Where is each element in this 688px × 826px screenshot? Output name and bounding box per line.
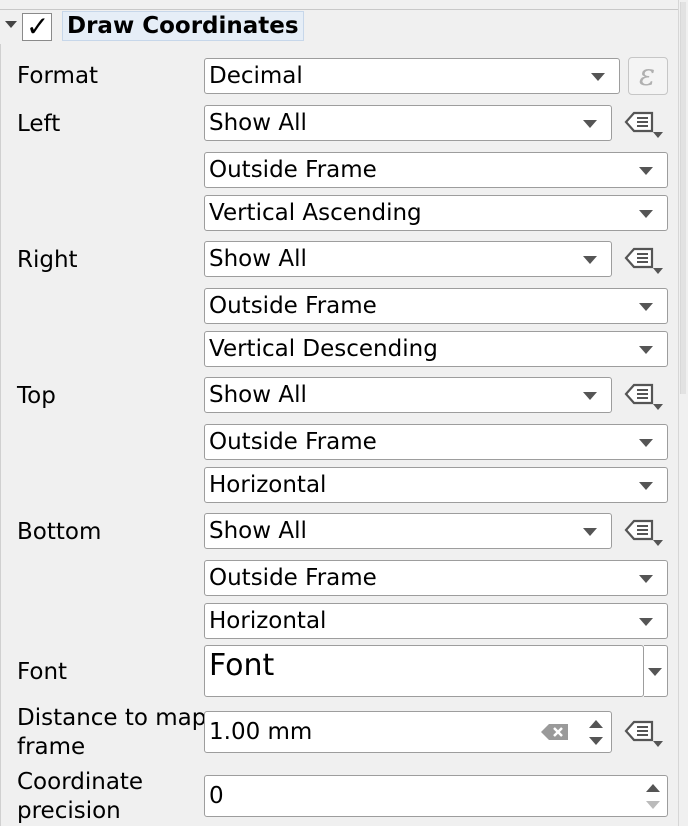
left-data-defined-button[interactable] — [620, 105, 668, 141]
format-label: Format — [17, 63, 99, 89]
chevron-down-icon — [583, 120, 597, 128]
left-display-combo[interactable]: Show All — [204, 105, 612, 141]
top-label: Top — [17, 383, 56, 409]
right-display-value: Show All — [209, 246, 307, 272]
draw-coordinates-group-header: ✓ Draw Coordinates — [0, 10, 678, 44]
left-display-value: Show All — [209, 110, 307, 136]
scrollbar-divider — [678, 0, 679, 826]
distance-spinbox[interactable]: 1.00 mm — [204, 711, 612, 753]
bottom-position-value: Outside Frame — [209, 565, 377, 591]
bottom-position-combo[interactable]: Outside Frame — [204, 560, 668, 596]
expression-button[interactable]: ε — [628, 57, 668, 95]
chevron-down-icon — [639, 346, 653, 354]
chevron-down-icon — [639, 167, 653, 175]
right-position-value: Outside Frame — [209, 293, 377, 319]
bottom-label: Bottom — [17, 519, 102, 545]
left-label: Left — [17, 111, 61, 137]
data-defined-override-icon — [624, 720, 663, 747]
vertical-scrollbar[interactable] — [678, 0, 688, 826]
right-position-combo[interactable]: Outside Frame — [204, 288, 668, 324]
chevron-down-icon — [639, 618, 653, 626]
data-defined-override-icon — [624, 519, 663, 546]
precision-spinbox[interactable]: 0 — [204, 775, 668, 817]
chevron-down-icon — [639, 575, 653, 583]
chevron-down-icon — [583, 256, 597, 264]
top-position-value: Outside Frame — [209, 429, 377, 455]
top-display-value: Show All — [209, 382, 307, 408]
left-direction-value: Vertical Ascending — [209, 200, 422, 226]
chevron-down-icon — [639, 439, 653, 447]
data-defined-override-icon — [624, 383, 663, 410]
bottom-direction-value: Horizontal — [209, 608, 327, 634]
format-value: Decimal — [209, 63, 303, 89]
font-menu-button[interactable] — [644, 645, 668, 697]
distance-label-line2: frame — [17, 734, 86, 760]
top-display-combo[interactable]: Show All — [204, 377, 612, 413]
increment-icon[interactable] — [646, 784, 660, 792]
group-title[interactable]: Draw Coordinates — [62, 11, 304, 41]
bottom-direction-combo[interactable]: Horizontal — [204, 603, 668, 639]
format-combo[interactable]: Decimal — [204, 58, 620, 94]
chevron-down-icon — [591, 73, 605, 81]
bottom-data-defined-button[interactable] — [620, 513, 668, 549]
chevron-down-icon — [639, 303, 653, 311]
right-display-combo[interactable]: Show All — [204, 241, 612, 277]
chevron-down-icon — [583, 392, 597, 400]
checkmark-icon: ✓ — [26, 10, 50, 43]
chevron-down-icon — [648, 668, 662, 676]
top-position-combo[interactable]: Outside Frame — [204, 424, 668, 460]
font-button[interactable]: Font — [204, 645, 644, 697]
draw-coordinates-checkbox[interactable]: ✓ — [22, 10, 52, 43]
data-defined-override-icon — [624, 111, 663, 138]
right-data-defined-button[interactable] — [620, 241, 668, 277]
epsilon-icon: ε — [639, 58, 656, 93]
bottom-display-combo[interactable]: Show All — [204, 513, 612, 549]
decrement-icon[interactable] — [589, 737, 603, 745]
right-direction-combo[interactable]: Vertical Descending — [204, 331, 668, 367]
chevron-down-icon — [583, 528, 597, 536]
font-label: Font — [17, 659, 68, 685]
bottom-display-value: Show All — [209, 518, 307, 544]
top-data-defined-button[interactable] — [620, 377, 668, 413]
right-label: Right — [17, 247, 78, 273]
chevron-down-icon — [639, 210, 653, 218]
top-direction-value: Horizontal — [209, 472, 327, 498]
distance-value: 1.00 mm — [209, 719, 313, 745]
distance-data-defined-button[interactable] — [620, 714, 668, 750]
font-button-label: Font — [209, 648, 275, 683]
precision-label-line1: Coordinate — [17, 769, 144, 795]
left-position-value: Outside Frame — [209, 157, 377, 183]
panel-left-border — [0, 44, 4, 826]
top-direction-combo[interactable]: Horizontal — [204, 467, 668, 503]
chevron-down-icon — [639, 482, 653, 490]
left-position-combo[interactable]: Outside Frame — [204, 152, 668, 188]
precision-value: 0 — [209, 783, 224, 809]
distance-label-line1: Distance to map — [17, 705, 207, 731]
left-direction-combo[interactable]: Vertical Ascending — [204, 195, 668, 231]
chevron-down-icon[interactable] — [5, 21, 17, 28]
clear-icon[interactable] — [540, 722, 570, 742]
decrement-icon[interactable] — [646, 801, 660, 809]
right-direction-value: Vertical Descending — [209, 336, 438, 362]
precision-label-line2: precision — [17, 798, 121, 824]
scrollbar-thumb[interactable] — [680, 2, 686, 394]
increment-icon[interactable] — [589, 720, 603, 728]
top-divider — [0, 0, 688, 10]
data-defined-override-icon — [624, 247, 663, 274]
